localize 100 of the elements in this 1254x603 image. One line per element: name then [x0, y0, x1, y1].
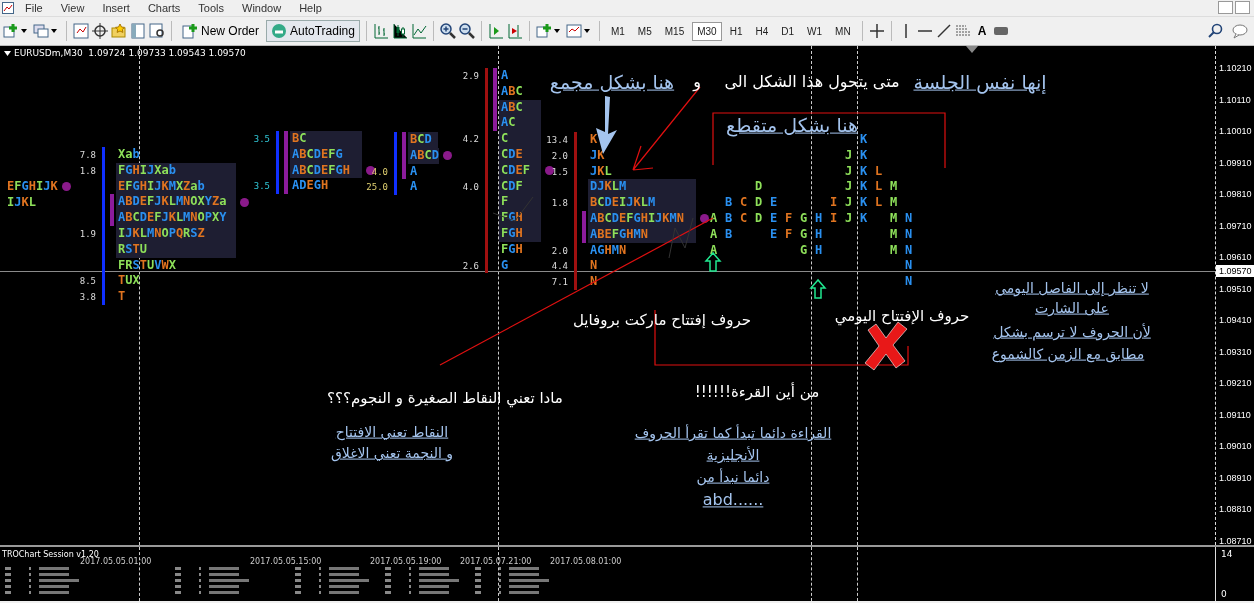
profile-row-letters: BC — [290, 131, 362, 147]
timeframe-tab[interactable]: M15 — [659, 21, 690, 41]
trend-line-icon[interactable] — [935, 23, 952, 39]
search-icon[interactable] — [1208, 23, 1224, 39]
price-label: 1.09910 — [1219, 157, 1252, 168]
timeframe-tab[interactable]: H1 — [724, 21, 748, 41]
timeframe-tab[interactable]: MN — [830, 21, 856, 41]
bar-chart-icon[interactable] — [372, 23, 389, 39]
split-profile-letter: G — [799, 242, 808, 259]
shift-marker-icon[interactable] — [966, 46, 978, 53]
candlestick-icon[interactable] — [391, 23, 408, 39]
up-arrow-icon — [809, 278, 827, 299]
profile-row-letters: EFGHIJK — [6, 179, 58, 195]
profile-row-letters: Xab — [117, 147, 140, 163]
caret-icon[interactable] — [553, 29, 560, 33]
template-icon[interactable] — [565, 23, 582, 39]
market-watch-icon[interactable] — [73, 23, 89, 39]
annotation-text: متى يتحول هذا الشكل الى — [724, 72, 900, 92]
underlined-note: على الشارت — [1035, 299, 1109, 317]
price-label: 1.09610 — [1219, 252, 1252, 263]
indicator-add-icon[interactable] — [535, 23, 552, 39]
profile-row-letters: IJKL — [6, 194, 36, 211]
menu-item[interactable]: File — [16, 2, 52, 14]
dropdown-arrow-icon[interactable] — [4, 50, 11, 56]
profile-row-letters: A — [409, 179, 418, 196]
chart-shift-icon[interactable] — [487, 23, 504, 39]
underlined-note: abd...... — [702, 490, 764, 510]
menu-item[interactable]: Tools — [189, 2, 233, 14]
price-label: 1.08710 — [1219, 535, 1252, 545]
text-tool[interactable]: A — [973, 24, 991, 38]
split-profile-letter: L — [874, 163, 883, 180]
menu-item[interactable]: Help — [290, 2, 331, 14]
profile-value: 1.8 — [551, 198, 568, 209]
profile-row-letters: JK — [589, 147, 605, 164]
split-profile-letter: F — [784, 211, 793, 227]
star-folder-icon[interactable] — [111, 23, 127, 39]
timeframe-tab[interactable]: W1 — [802, 21, 828, 41]
profile-value: 3.5 — [253, 134, 270, 144]
line-chart-icon[interactable] — [410, 23, 427, 39]
split-profile-letter: M — [889, 211, 898, 227]
split-profile-letter: K — [859, 211, 868, 227]
split-profile-letter: K — [859, 147, 868, 164]
zoom-in-icon[interactable] — [439, 23, 456, 39]
crosshair-icon[interactable] — [92, 23, 108, 39]
caret-icon[interactable] — [21, 29, 27, 33]
profile-value: 25.0 — [366, 182, 388, 193]
split-profile-letter: K — [859, 195, 868, 212]
indicator-title: TROChart Session v1.20 — [2, 550, 99, 559]
crosshair-icon[interactable] — [868, 23, 885, 39]
menu-item[interactable]: Charts — [138, 2, 190, 14]
caret-icon[interactable] — [583, 29, 590, 33]
windows-icon[interactable] — [33, 23, 49, 39]
timeframe-tab[interactable]: H4 — [750, 21, 774, 41]
autoscroll-icon[interactable] — [506, 23, 523, 39]
price-label: 1.10110 — [1219, 94, 1251, 105]
price-label: 1.09410 — [1219, 315, 1252, 326]
new-order-button[interactable]: New Order — [178, 21, 263, 41]
auto-trading-button[interactable]: AutoTrading — [266, 20, 360, 42]
profile-row-letters: FGH — [500, 241, 523, 258]
split-profile-letter: D — [754, 195, 763, 212]
split-profile-letter: K — [859, 179, 868, 196]
session-date: 2017.05.08.01:00 — [550, 557, 622, 566]
profile-row-letters: IJKLMNOPQRSZ — [116, 226, 236, 242]
annotation-text: مادا تعني النقاط الصغيرة و النجوم؟؟؟ — [327, 389, 563, 407]
minimize-button[interactable] — [1218, 1, 1233, 14]
split-profile-letter: G — [799, 226, 808, 243]
underlined-note: دائما نبدأ من — [696, 468, 770, 486]
timeframe-tab[interactable]: M5 — [632, 21, 657, 41]
profile-row-letters: ABDEFJKLMNOXYZa — [116, 194, 236, 211]
menu-item[interactable]: Window — [233, 2, 291, 14]
chart-window-icon[interactable] — [2, 2, 14, 14]
profile-row-letters: FGHIJXab — [116, 162, 236, 179]
split-profile-letter: J — [844, 195, 853, 212]
timeframe-tab[interactable]: M1 — [605, 21, 630, 41]
split-profile-letter: H — [814, 242, 823, 259]
split-profile-letter: D — [754, 179, 763, 196]
timeframe-tab[interactable]: D1 — [776, 21, 800, 41]
session-date: 2017.05.05.15:00 — [250, 557, 322, 566]
menu-item[interactable]: View — [51, 2, 94, 14]
new-chart-icon[interactable] — [3, 23, 19, 39]
profile-value: 4.4 — [551, 261, 568, 272]
split-profile-letter: B — [724, 211, 733, 227]
split-profile-letter: C — [739, 211, 748, 227]
caret-icon[interactable] — [51, 29, 57, 33]
split-profile-letter: L — [874, 195, 883, 212]
auto-trading-icon[interactable] — [271, 23, 287, 39]
session-date: 2017.05.07.21:00 — [460, 557, 532, 566]
new-order-icon[interactable] — [182, 23, 198, 39]
profile-row-letters: JKL — [589, 163, 612, 180]
price-label: 1.09710 — [1219, 220, 1252, 231]
chat-icon[interactable] — [1232, 23, 1248, 39]
profile-row-letters: AGHMN — [589, 242, 627, 259]
menu-item[interactable]: Insert — [93, 2, 139, 14]
split-profile-letter: N — [904, 242, 913, 259]
underlined-note: مطابق مع الزمن كالشموع — [991, 345, 1145, 363]
indicator-axis-label: 14 — [1221, 549, 1233, 559]
zoom-out-icon[interactable] — [458, 23, 475, 39]
restore-button[interactable] — [1235, 1, 1250, 14]
timeframe-tab[interactable]: M30 — [692, 21, 722, 41]
split-profile-letter: F — [784, 226, 793, 243]
